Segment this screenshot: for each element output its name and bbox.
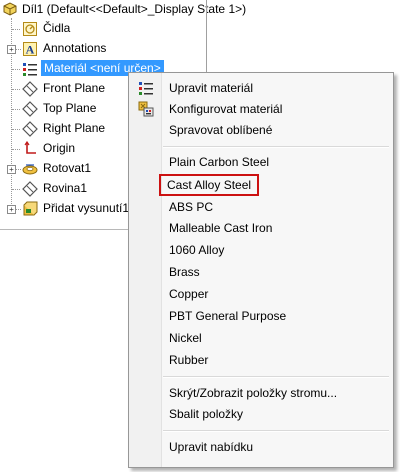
menu-item-material[interactable]: Malleable Cast Iron <box>131 217 391 239</box>
tree-item-label: Rovina1 <box>43 181 88 195</box>
expand-icon[interactable]: + <box>7 205 16 214</box>
origin-icon <box>24 141 36 154</box>
plane-icon <box>22 121 38 137</box>
menu-item-label: Copper <box>169 287 209 301</box>
tree-item-label: Origin <box>43 141 76 155</box>
menu-item-customize-menu[interactable]: Upravit nabídku <box>131 436 391 458</box>
tree-item-label: Front Plane <box>43 81 106 95</box>
menu-item-label: Malleable Cast Iron <box>169 221 273 235</box>
menu-item-label: Cast Alloy Steel <box>167 178 252 192</box>
menu-item-material[interactable]: Rubber <box>131 349 391 371</box>
expand-icon[interactable]: + <box>7 45 16 54</box>
menu-item-label: Upravit nabídku <box>169 440 254 454</box>
tree-item-label: Annotations <box>43 41 107 55</box>
extrude-icon <box>23 201 38 216</box>
menu-item-label: Plain Carbon Steel <box>169 155 270 169</box>
menu-separator <box>163 430 389 432</box>
menu-item-label: 1060 Alloy <box>169 243 225 257</box>
menu-item-material[interactable]: 1060 Alloy <box>131 239 391 261</box>
material-icon <box>23 63 37 76</box>
menu-item-label: PBT General Purpose <box>169 309 287 323</box>
configure-material-icon <box>138 101 154 117</box>
menu-item-material[interactable]: Brass <box>131 261 391 283</box>
tree-item-sensors[interactable]: Čidla <box>0 19 206 38</box>
menu-item-label: ABS PC <box>169 200 214 214</box>
menu-item-material[interactable]: Nickel <box>131 327 391 349</box>
menu-item-material[interactable]: PBT General Purpose <box>131 305 391 327</box>
tree-item-label: Right Plane <box>43 121 106 135</box>
menu-item-material[interactable]: Plain Carbon Steel <box>131 151 391 173</box>
menu-item-material-highlighted[interactable]: Cast Alloy Steel <box>159 174 259 196</box>
menu-item-label: Spravovat oblíbené <box>169 123 273 137</box>
menu-item-manage-favorites[interactable]: Spravovat oblíbené <box>131 119 391 141</box>
menu-item-material[interactable]: ABS PC <box>131 196 391 218</box>
menu-item-label: Brass <box>169 265 200 279</box>
menu-item-label: Konfigurovat materiál <box>169 102 283 116</box>
tree-root-label: Díl1 (Default<<Default>_Display State 1>… <box>22 2 247 16</box>
tree-item-label: Přidat vysunutí1 <box>43 201 130 215</box>
menu-item-label: Rubber <box>169 353 209 367</box>
menu-item-label: Upravit materiál <box>169 81 254 95</box>
plane-icon <box>22 101 38 117</box>
svg-text:A: A <box>26 43 35 57</box>
context-menu: Upravit materiál Konfigurovat materiál S… <box>128 72 394 468</box>
menu-separator <box>163 376 389 378</box>
menu-separator <box>163 146 389 148</box>
menu-item-material[interactable]: Copper <box>131 283 391 305</box>
revolve-icon <box>22 164 38 175</box>
annotation-icon: A <box>23 42 37 57</box>
sensor-icon <box>23 22 37 36</box>
tree-item-annotations[interactable]: + A Annotations <box>0 39 206 58</box>
menu-item-edit-material[interactable]: Upravit materiál <box>131 77 391 99</box>
menu-item-configure-material[interactable]: Konfigurovat materiál <box>131 98 391 120</box>
tree-item-label: Top Plane <box>43 101 97 115</box>
menu-item-label: Sbalit položky <box>169 407 244 421</box>
expand-icon[interactable]: + <box>7 165 16 174</box>
plane-icon <box>22 181 38 197</box>
part-icon <box>3 2 17 16</box>
menu-item-label: Skrýt/Zobrazit položky stromu... <box>169 386 338 400</box>
plane-icon <box>22 81 38 97</box>
tree-root[interactable]: Díl1 (Default<<Default>_Display State 1>… <box>0 0 246 19</box>
menu-item-collapse-items[interactable]: Sbalit položky <box>131 403 391 425</box>
menu-item-label: Nickel <box>169 331 202 345</box>
menu-item-hide-show-tree-items[interactable]: Skrýt/Zobrazit položky stromu... <box>131 382 391 404</box>
material-icon <box>139 82 153 95</box>
tree-item-label: Čidla <box>43 21 71 35</box>
tree-item-label: Rotovat1 <box>43 161 92 175</box>
